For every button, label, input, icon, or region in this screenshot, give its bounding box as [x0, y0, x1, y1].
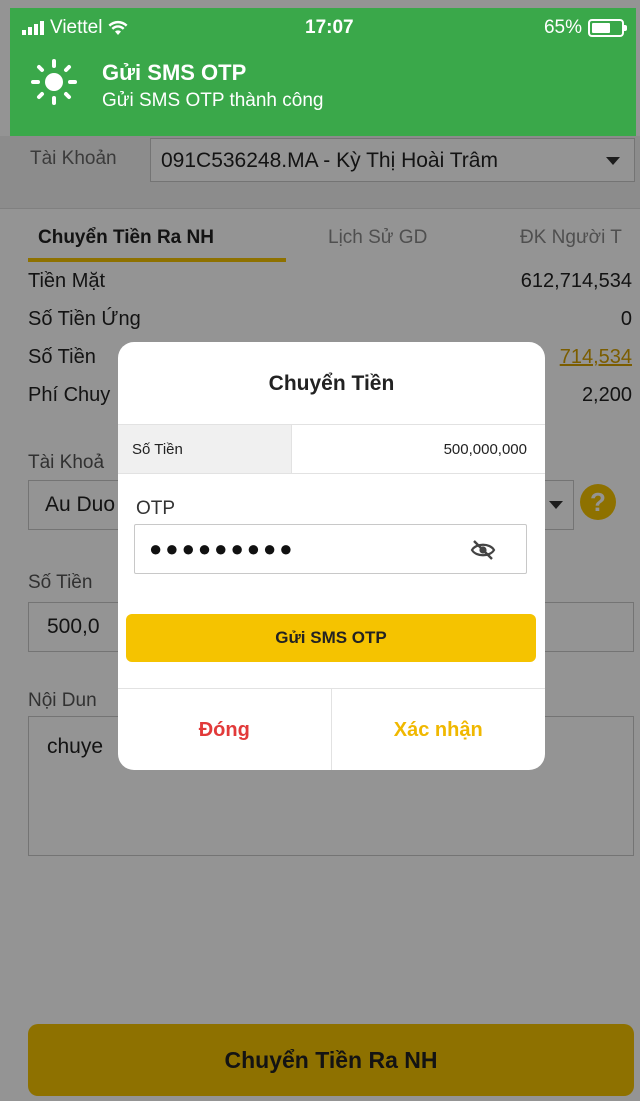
carrier: Viettel [22, 17, 128, 39]
confirm-button[interactable]: Xác nhận [332, 689, 546, 770]
sun-icon [31, 59, 77, 105]
notification-banner[interactable]: Viettel 17:07 65% Gửi SMS OTP Gửi SMS OT… [10, 8, 636, 136]
dialog-amount-label: Số Tiền [118, 425, 292, 473]
dialog-footer: Đóng Xác nhận [118, 688, 545, 770]
status-bar: Viettel 17:07 65% [10, 8, 636, 48]
battery-status: 65% [543, 17, 627, 39]
otp-masked-value: ●●●●●●●●● [149, 536, 296, 561]
otp-input[interactable]: ●●●●●●●●● [134, 524, 527, 574]
dialog-amount-row: Số Tiền 500,000,000 [118, 424, 545, 474]
eye-off-icon[interactable] [470, 539, 496, 561]
carrier-name: Viettel [50, 17, 103, 38]
clock: 17:07 [305, 17, 354, 38]
signal-icon [22, 21, 44, 35]
notification-subtitle: Gửi SMS OTP thành công [102, 90, 324, 111]
send-sms-otp-button[interactable]: Gửi SMS OTP [126, 614, 536, 662]
otp-label: OTP [136, 498, 176, 519]
notification-title: Gửi SMS OTP [102, 60, 247, 85]
battery-icon [588, 19, 627, 37]
close-button[interactable]: Đóng [118, 689, 332, 770]
dialog-amount-value: 500,000,000 [443, 441, 527, 458]
wifi-icon [108, 20, 128, 35]
transfer-confirm-dialog: Chuyển Tiền Số Tiền 500,000,000 OTP ●●●●… [118, 342, 545, 770]
dialog-title: Chuyển Tiền [268, 372, 395, 395]
battery-percent: 65% [543, 17, 582, 38]
